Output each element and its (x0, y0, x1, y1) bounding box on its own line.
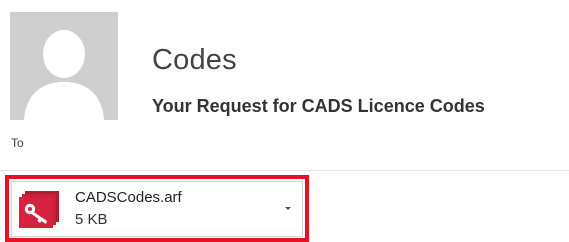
attachment-size: 5 KB (75, 211, 108, 228)
sender-name[interactable]: Codes (152, 44, 237, 77)
header-divider (0, 170, 569, 171)
chevron-down-icon[interactable] (282, 202, 294, 214)
to-label: To (11, 136, 24, 150)
sender-avatar[interactable] (10, 12, 118, 120)
person-silhouette-icon (10, 12, 118, 120)
message-header: Codes Your Request for CADS Licence Code… (0, 0, 569, 242)
attachment-item[interactable]: CADSCodes.arf 5 KB (11, 181, 303, 237)
message-subject: Your Request for CADS Licence Codes (152, 96, 485, 116)
attachment-name: CADSCodes.arf (75, 189, 182, 206)
key-file-icon (19, 191, 59, 228)
